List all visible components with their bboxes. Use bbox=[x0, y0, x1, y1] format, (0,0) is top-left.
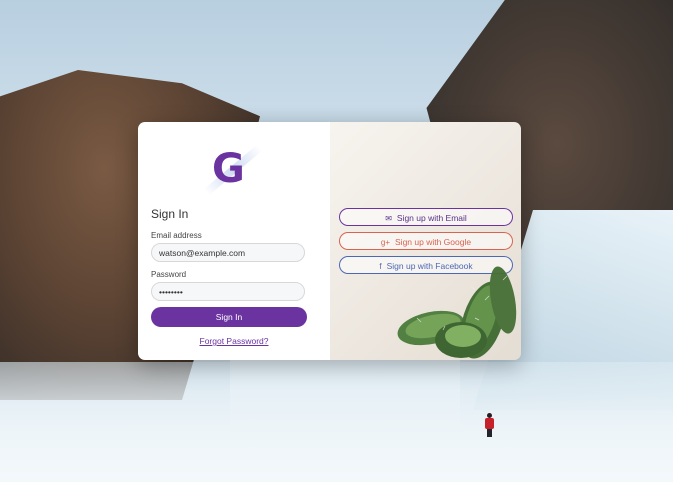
google-plus-icon: g+ bbox=[380, 238, 391, 247]
signin-title: Sign In bbox=[151, 207, 189, 221]
logo-letter: G bbox=[212, 146, 245, 192]
signin-button[interactable]: Sign In bbox=[151, 307, 307, 327]
envelope-icon: ✉ bbox=[385, 214, 392, 223]
signin-panel: G Sign In Email address watson@example.c… bbox=[138, 122, 330, 360]
snow-ground bbox=[0, 362, 673, 482]
logo: G bbox=[203, 144, 263, 196]
facebook-icon: f bbox=[379, 262, 382, 271]
password-field[interactable]: •••••••• bbox=[151, 282, 305, 301]
password-label: Password bbox=[151, 270, 187, 279]
signup-panel: ✉ Sign up with Email g+ Sign up with Googl… bbox=[330, 122, 521, 360]
email-field[interactable]: watson@example.com bbox=[151, 243, 305, 262]
cactus-image bbox=[397, 266, 517, 359]
person-figure bbox=[484, 413, 494, 437]
signup-email-button[interactable]: ✉ Sign up with Email bbox=[339, 208, 513, 226]
forgot-password-link[interactable]: Forgot Password? bbox=[138, 336, 330, 346]
signup-email-label: Sign up with Email bbox=[396, 213, 467, 223]
login-card: G Sign In Email address watson@example.c… bbox=[138, 122, 521, 360]
email-label: Email address bbox=[151, 231, 202, 240]
